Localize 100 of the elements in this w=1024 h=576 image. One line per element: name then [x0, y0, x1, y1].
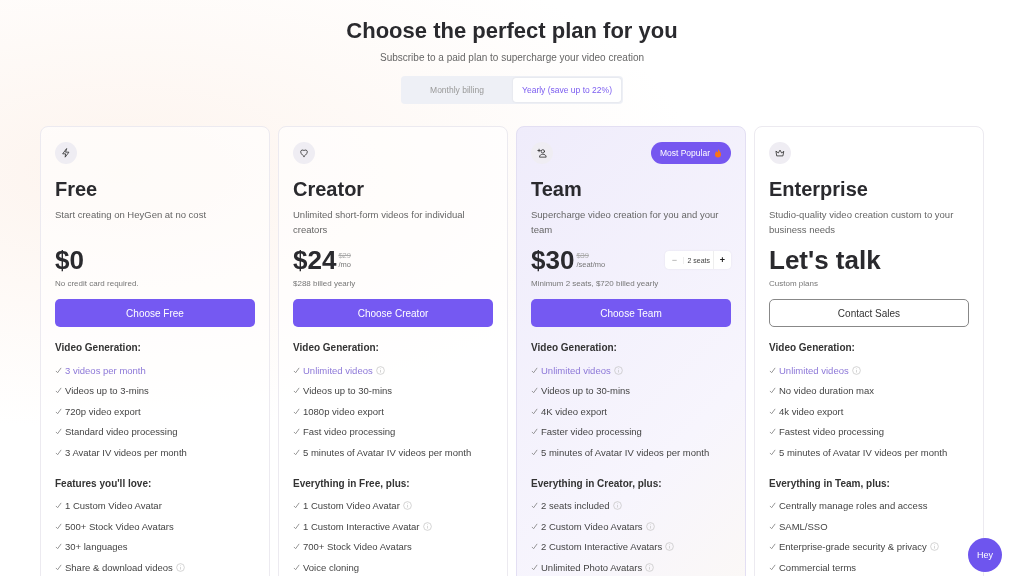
plan-name: Team [531, 177, 583, 201]
plan-price: Let's talk [769, 244, 881, 276]
info-icon [422, 521, 432, 531]
check-icon [531, 543, 538, 551]
plan-name: Enterprise [769, 177, 869, 201]
feature-heading: Features you'll love: [55, 477, 153, 489]
most-popular-badge: Most Popular [650, 142, 731, 164]
choose-plan-button[interactable]: Choose Team [531, 299, 731, 327]
decrease-button[interactable]: − [665, 251, 684, 269]
feature-heading: Video Generation: [55, 342, 142, 353]
feature-text: Faster video processing [541, 426, 642, 438]
check-icon [55, 543, 62, 551]
plan-name: Creator [293, 177, 366, 201]
info-icon [645, 562, 655, 572]
increase-button[interactable]: + [713, 251, 731, 269]
check-icon [769, 428, 776, 436]
check-icon [531, 522, 538, 530]
info-icon [851, 365, 861, 375]
choose-plan-button[interactable]: Contact Sales [769, 299, 969, 327]
feature-text: 700+ Stock Video Avatars [303, 541, 412, 553]
feature-text: Unlimited videos [303, 364, 373, 376]
info-icon [375, 365, 385, 375]
plan-description: Start creating on HeyGen at no cost [55, 208, 208, 222]
check-icon [55, 502, 62, 510]
check-icon [55, 448, 62, 456]
price-note: No credit card required. [55, 279, 140, 288]
check-icon [293, 428, 300, 436]
feature-heading: Everything in Free, plus: [293, 477, 411, 489]
check-icon [769, 366, 776, 374]
feature-text: 2 Custom Video Avatars [541, 520, 643, 532]
check-icon [531, 502, 538, 510]
check-icon [769, 563, 776, 571]
check-icon [293, 407, 300, 415]
feature-text: Enterprise-grade security & privacy [779, 541, 927, 553]
check-icon [55, 387, 62, 395]
plan-name: Free [55, 177, 99, 201]
plan-price: $0 [55, 244, 84, 276]
chat-button[interactable]: Hey [968, 538, 1002, 572]
check-icon [531, 563, 538, 571]
price-note: Custom plans [769, 279, 819, 288]
feature-text: No video duration max [779, 385, 875, 397]
feature-text: 1 Custom Video Avatar [65, 500, 162, 512]
choose-plan-button[interactable]: Choose Free [55, 299, 255, 327]
check-icon [55, 563, 62, 571]
check-icon [769, 448, 776, 456]
check-icon [769, 502, 776, 510]
feature-text: Standard video processing [65, 426, 178, 438]
feature-text: Unlimited videos [779, 364, 849, 376]
info-icon [613, 365, 623, 375]
feature-text: Voice cloning [303, 561, 359, 573]
info-icon [175, 562, 185, 572]
feature-heading: Video Generation: [293, 342, 380, 353]
billing-option[interactable]: Yearly (save up to 22%) [513, 78, 621, 102]
feature-text: Unlimited videos [541, 364, 611, 376]
plan-description: Studio-quality video creation custom to your business needs [769, 208, 955, 237]
page-title: Choose the perfect plan for you [346, 18, 678, 44]
billing-option[interactable]: Monthly billing [403, 78, 511, 102]
flame-icon [714, 148, 722, 158]
plan-price: $24 [293, 244, 337, 276]
feature-heading: Video Generation: [531, 342, 618, 353]
check-icon [55, 428, 62, 436]
feature-text: 4K video export [541, 405, 607, 417]
info-icon [645, 521, 655, 531]
info-icon [612, 501, 622, 511]
check-icon [293, 543, 300, 551]
check-icon [769, 522, 776, 530]
feature-heading: Everything in Team, plus: [769, 477, 891, 489]
user-plus-icon [531, 142, 553, 164]
check-icon [293, 563, 300, 571]
check-icon [293, 502, 300, 510]
feature-text: 500+ Stock Video Avatars [65, 520, 174, 532]
feature-text: Unlimited Photo Avatars [541, 561, 643, 573]
feature-text: Commercial terms [779, 561, 857, 573]
feature-text: Videos up to 3-mins [65, 385, 149, 397]
feature-text: Centrally manage roles and access [779, 500, 928, 512]
check-icon [769, 407, 776, 415]
plan-price: $30 [531, 244, 575, 276]
info-icon [665, 542, 675, 552]
check-icon [293, 387, 300, 395]
check-icon [531, 448, 538, 456]
check-icon [55, 366, 62, 374]
feature-text: 1080p video export [303, 405, 384, 417]
lightning-icon [55, 142, 77, 164]
page-subtitle: Subscribe to a paid plan to supercharge your video creation [379, 52, 645, 63]
feature-text: 2 seats included [541, 500, 610, 512]
feature-text: Videos up to 30-mins [303, 385, 393, 397]
feature-text: Videos up to 30-mins [541, 385, 631, 397]
check-icon [769, 543, 776, 551]
feature-text: 2 Custom Interactive Avatars [541, 541, 663, 553]
check-icon [293, 448, 300, 456]
feature-text: 1 Custom Video Avatar [303, 500, 400, 512]
feature-text: 30+ languages [65, 541, 128, 553]
check-icon [531, 428, 538, 436]
choose-plan-button[interactable]: Choose Creator [293, 299, 493, 327]
feature-text: 720p video export [65, 405, 141, 417]
check-icon [769, 387, 776, 395]
crown-icon [769, 142, 791, 164]
check-icon [55, 407, 62, 415]
feature-text: SAML/SSO [779, 520, 828, 532]
check-icon [55, 522, 62, 530]
